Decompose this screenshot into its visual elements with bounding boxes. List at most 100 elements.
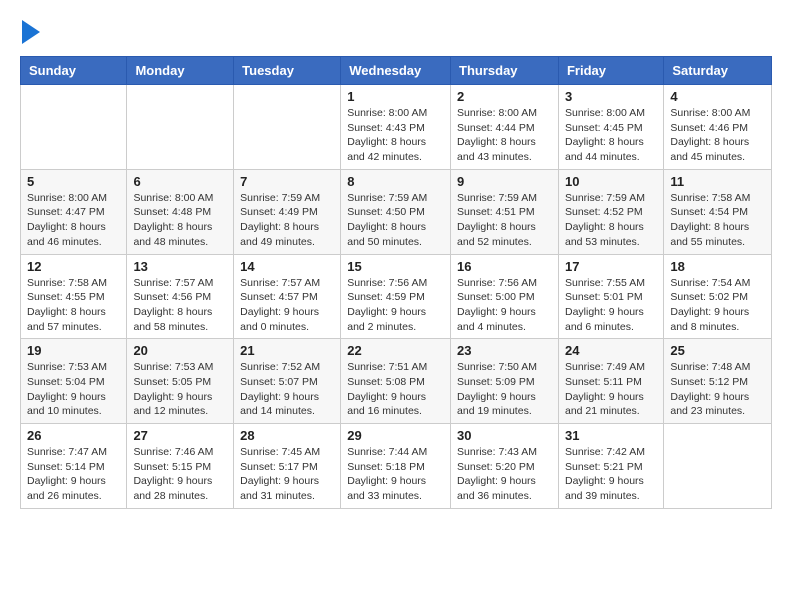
day-info: Sunrise: 7:47 AM Sunset: 5:14 PM Dayligh… bbox=[27, 445, 120, 504]
day-info: Sunrise: 7:58 AM Sunset: 4:55 PM Dayligh… bbox=[27, 276, 120, 335]
day-info: Sunrise: 8:00 AM Sunset: 4:47 PM Dayligh… bbox=[27, 191, 120, 250]
day-info: Sunrise: 7:53 AM Sunset: 5:04 PM Dayligh… bbox=[27, 360, 120, 419]
day-info: Sunrise: 7:57 AM Sunset: 4:56 PM Dayligh… bbox=[133, 276, 227, 335]
day-info: Sunrise: 7:53 AM Sunset: 5:05 PM Dayligh… bbox=[133, 360, 227, 419]
day-info: Sunrise: 7:43 AM Sunset: 5:20 PM Dayligh… bbox=[457, 445, 552, 504]
calendar-cell: 10 Sunrise: 7:59 AM Sunset: 4:52 PM Dayli… bbox=[558, 169, 663, 254]
calendar-cell: 30 Sunrise: 7:43 AM Sunset: 5:20 PM Dayli… bbox=[451, 424, 559, 509]
day-number: 13 bbox=[133, 259, 227, 274]
logo bbox=[20, 16, 40, 44]
weekday-header-wednesday: Wednesday bbox=[341, 57, 451, 85]
day-info: Sunrise: 7:59 AM Sunset: 4:52 PM Dayligh… bbox=[565, 191, 657, 250]
day-number: 2 bbox=[457, 89, 552, 104]
calendar-cell: 29Sunrise: 7:44 AM Sunset: 5:18 PM Dayli… bbox=[341, 424, 451, 509]
day-info: Sunrise: 7:48 AM Sunset: 5:12 PM Dayligh… bbox=[670, 360, 765, 419]
calendar-cell: 4 Sunrise: 8:00 AM Sunset: 4:46 PM Daylig… bbox=[664, 85, 772, 170]
day-info: Sunrise: 8:00 AM Sunset: 4:48 PM Dayligh… bbox=[133, 191, 227, 250]
day-info: Sunrise: 7:46 AM Sunset: 5:15 PM Dayligh… bbox=[133, 445, 227, 504]
calendar-cell: 28 Sunrise: 7:45 AM Sunset: 5:17 PM Dayli… bbox=[234, 424, 341, 509]
calendar-week-row: 12 Sunrise: 7:58 AM Sunset: 4:55 PM Dayli… bbox=[21, 254, 772, 339]
calendar-cell bbox=[21, 85, 127, 170]
calendar-cell: 16 Sunrise: 7:56 AM Sunset: 5:00 PM Dayli… bbox=[451, 254, 559, 339]
calendar-cell: 21 Sunrise: 7:52 AM Sunset: 5:07 PM Dayli… bbox=[234, 339, 341, 424]
calendar-cell: 25Sunrise: 7:48 AM Sunset: 5:12 PM Dayli… bbox=[664, 339, 772, 424]
day-number: 21 bbox=[240, 343, 334, 358]
day-number: 6 bbox=[133, 174, 227, 189]
day-number: 19 bbox=[27, 343, 120, 358]
day-number: 7 bbox=[240, 174, 334, 189]
calendar-cell bbox=[234, 85, 341, 170]
calendar-cell: 31Sunrise: 7:42 AM Sunset: 5:21 PM Dayli… bbox=[558, 424, 663, 509]
day-info: Sunrise: 7:45 AM Sunset: 5:17 PM Dayligh… bbox=[240, 445, 334, 504]
day-number: 24 bbox=[565, 343, 657, 358]
calendar-cell: 15Sunrise: 7:56 AM Sunset: 4:59 PM Dayli… bbox=[341, 254, 451, 339]
day-number: 1 bbox=[347, 89, 444, 104]
day-info: Sunrise: 7:59 AM Sunset: 4:49 PM Dayligh… bbox=[240, 191, 334, 250]
calendar-cell: 27 Sunrise: 7:46 AM Sunset: 5:15 PM Dayli… bbox=[127, 424, 234, 509]
day-info: Sunrise: 7:49 AM Sunset: 5:11 PM Dayligh… bbox=[565, 360, 657, 419]
day-number: 28 bbox=[240, 428, 334, 443]
weekday-header-sunday: Sunday bbox=[21, 57, 127, 85]
day-number: 9 bbox=[457, 174, 552, 189]
day-info: Sunrise: 7:51 AM Sunset: 5:08 PM Dayligh… bbox=[347, 360, 444, 419]
day-info: Sunrise: 7:42 AM Sunset: 5:21 PM Dayligh… bbox=[565, 445, 657, 504]
day-info: Sunrise: 7:52 AM Sunset: 5:07 PM Dayligh… bbox=[240, 360, 334, 419]
calendar-cell: 19 Sunrise: 7:53 AM Sunset: 5:04 PM Dayli… bbox=[21, 339, 127, 424]
day-info: Sunrise: 8:00 AM Sunset: 4:43 PM Dayligh… bbox=[347, 106, 444, 165]
calendar-cell: 22 Sunrise: 7:51 AM Sunset: 5:08 PM Dayli… bbox=[341, 339, 451, 424]
day-number: 4 bbox=[670, 89, 765, 104]
day-info: Sunrise: 7:57 AM Sunset: 4:57 PM Dayligh… bbox=[240, 276, 334, 335]
calendar-cell bbox=[664, 424, 772, 509]
calendar-cell: 9 Sunrise: 7:59 AM Sunset: 4:51 PM Daylig… bbox=[451, 169, 559, 254]
weekday-header-tuesday: Tuesday bbox=[234, 57, 341, 85]
day-number: 14 bbox=[240, 259, 334, 274]
calendar-cell: 12 Sunrise: 7:58 AM Sunset: 4:55 PM Dayli… bbox=[21, 254, 127, 339]
day-number: 22 bbox=[347, 343, 444, 358]
day-number: 16 bbox=[457, 259, 552, 274]
day-info: Sunrise: 7:58 AM Sunset: 4:54 PM Dayligh… bbox=[670, 191, 765, 250]
weekday-header-saturday: Saturday bbox=[664, 57, 772, 85]
day-number: 12 bbox=[27, 259, 120, 274]
calendar-week-row: 5 Sunrise: 8:00 AM Sunset: 4:47 PM Daylig… bbox=[21, 169, 772, 254]
day-info: Sunrise: 8:00 AM Sunset: 4:46 PM Dayligh… bbox=[670, 106, 765, 165]
day-info: Sunrise: 7:56 AM Sunset: 5:00 PM Dayligh… bbox=[457, 276, 552, 335]
day-number: 17 bbox=[565, 259, 657, 274]
calendar-cell: 13 Sunrise: 7:57 AM Sunset: 4:56 PM Dayli… bbox=[127, 254, 234, 339]
calendar-cell: 26Sunrise: 7:47 AM Sunset: 5:14 PM Dayli… bbox=[21, 424, 127, 509]
weekday-header-row: SundayMondayTuesdayWednesdayThursdayFrid… bbox=[21, 57, 772, 85]
calendar-cell bbox=[127, 85, 234, 170]
day-info: Sunrise: 7:59 AM Sunset: 4:51 PM Dayligh… bbox=[457, 191, 552, 250]
weekday-header-thursday: Thursday bbox=[451, 57, 559, 85]
calendar-cell: 6 Sunrise: 8:00 AM Sunset: 4:48 PM Daylig… bbox=[127, 169, 234, 254]
weekday-header-monday: Monday bbox=[127, 57, 234, 85]
day-number: 20 bbox=[133, 343, 227, 358]
day-info: Sunrise: 8:00 AM Sunset: 4:44 PM Dayligh… bbox=[457, 106, 552, 165]
day-number: 29 bbox=[347, 428, 444, 443]
day-number: 10 bbox=[565, 174, 657, 189]
calendar-cell: 17 Sunrise: 7:55 AM Sunset: 5:01 PM Dayli… bbox=[558, 254, 663, 339]
calendar-cell: 18Sunrise: 7:54 AM Sunset: 5:02 PM Dayli… bbox=[664, 254, 772, 339]
calendar-week-row: 1 Sunrise: 8:00 AM Sunset: 4:43 PM Daylig… bbox=[21, 85, 772, 170]
calendar-cell: 20 Sunrise: 7:53 AM Sunset: 5:05 PM Dayli… bbox=[127, 339, 234, 424]
header bbox=[20, 16, 772, 44]
logo-arrow-icon bbox=[22, 20, 40, 44]
day-number: 23 bbox=[457, 343, 552, 358]
calendar-cell: 14 Sunrise: 7:57 AM Sunset: 4:57 PM Dayli… bbox=[234, 254, 341, 339]
weekday-header-friday: Friday bbox=[558, 57, 663, 85]
day-number: 3 bbox=[565, 89, 657, 104]
day-number: 11 bbox=[670, 174, 765, 189]
calendar-cell: 7 Sunrise: 7:59 AM Sunset: 4:49 PM Daylig… bbox=[234, 169, 341, 254]
day-number: 30 bbox=[457, 428, 552, 443]
calendar-cell: 11 Sunrise: 7:58 AM Sunset: 4:54 PM Dayli… bbox=[664, 169, 772, 254]
calendar-week-row: 26Sunrise: 7:47 AM Sunset: 5:14 PM Dayli… bbox=[21, 424, 772, 509]
page: SundayMondayTuesdayWednesdayThursdayFrid… bbox=[0, 0, 792, 529]
calendar-cell: 23 Sunrise: 7:50 AM Sunset: 5:09 PM Dayli… bbox=[451, 339, 559, 424]
day-info: Sunrise: 7:50 AM Sunset: 5:09 PM Dayligh… bbox=[457, 360, 552, 419]
calendar-cell: 5 Sunrise: 8:00 AM Sunset: 4:47 PM Daylig… bbox=[21, 169, 127, 254]
calendar-cell: 3Sunrise: 8:00 AM Sunset: 4:45 PM Daylig… bbox=[558, 85, 663, 170]
day-number: 27 bbox=[133, 428, 227, 443]
day-number: 5 bbox=[27, 174, 120, 189]
calendar-table: SundayMondayTuesdayWednesdayThursdayFrid… bbox=[20, 56, 772, 509]
calendar-cell: 1 Sunrise: 8:00 AM Sunset: 4:43 PM Daylig… bbox=[341, 85, 451, 170]
day-info: Sunrise: 7:55 AM Sunset: 5:01 PM Dayligh… bbox=[565, 276, 657, 335]
